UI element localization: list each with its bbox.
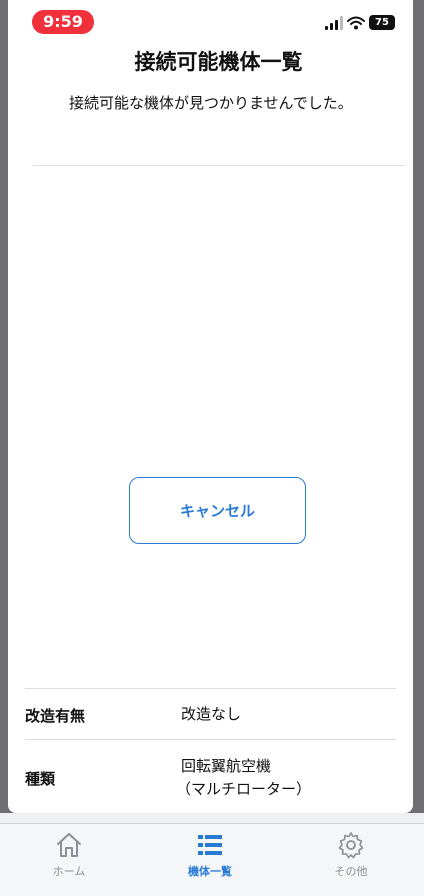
tab-home[interactable]: ホーム (19, 830, 119, 879)
content-bottom-strip (0, 813, 424, 823)
aircraft-detail-card: 改造有無 改造なし 種類 回転翼航空機 （マルチローター） (8, 658, 413, 813)
detail-label: 改造有無 (25, 707, 86, 725)
detail-label: 種類 (25, 770, 56, 788)
tab-aircraft-list-label: 機体一覧 (188, 865, 232, 878)
status-time: 9:59 (32, 10, 94, 34)
detail-value: 改造なし (181, 705, 242, 723)
empty-message: 接続可能な機体が見つかりませんでした。 (69, 94, 353, 112)
wifi-icon (347, 16, 365, 30)
battery-icon: 75 (369, 15, 395, 30)
signal-icon (325, 16, 343, 30)
detail-value-sub: （マルチローター） (176, 780, 312, 798)
sheet-title: 接続可能機体一覧 (134, 50, 303, 74)
home-icon (57, 833, 81, 857)
detail-value: 回転翼航空機 (181, 757, 272, 775)
divider (33, 165, 405, 166)
detail-row-type: 種類 回転翼航空機 （マルチローター） (25, 739, 396, 810)
gear-icon (338, 832, 364, 859)
available-aircraft-sheet: 9:59 75 接続可能機体一覧 接続可能な機体が見つかりませんでした。 キャン… (8, 0, 413, 681)
tab-other-label: その他 (334, 865, 368, 878)
tab-bar: ホーム 機体一覧 その他 (0, 823, 424, 896)
tab-aircraft-list[interactable]: 機体一覧 (160, 830, 260, 879)
battery-level: 75 (375, 17, 389, 28)
tab-other[interactable]: その他 (301, 830, 401, 879)
cancel-button[interactable]: キャンセル (129, 477, 306, 544)
tab-home-label: ホーム (52, 865, 86, 878)
list-icon (198, 835, 222, 855)
detail-row-modification: 改造有無 改造なし (25, 688, 396, 739)
